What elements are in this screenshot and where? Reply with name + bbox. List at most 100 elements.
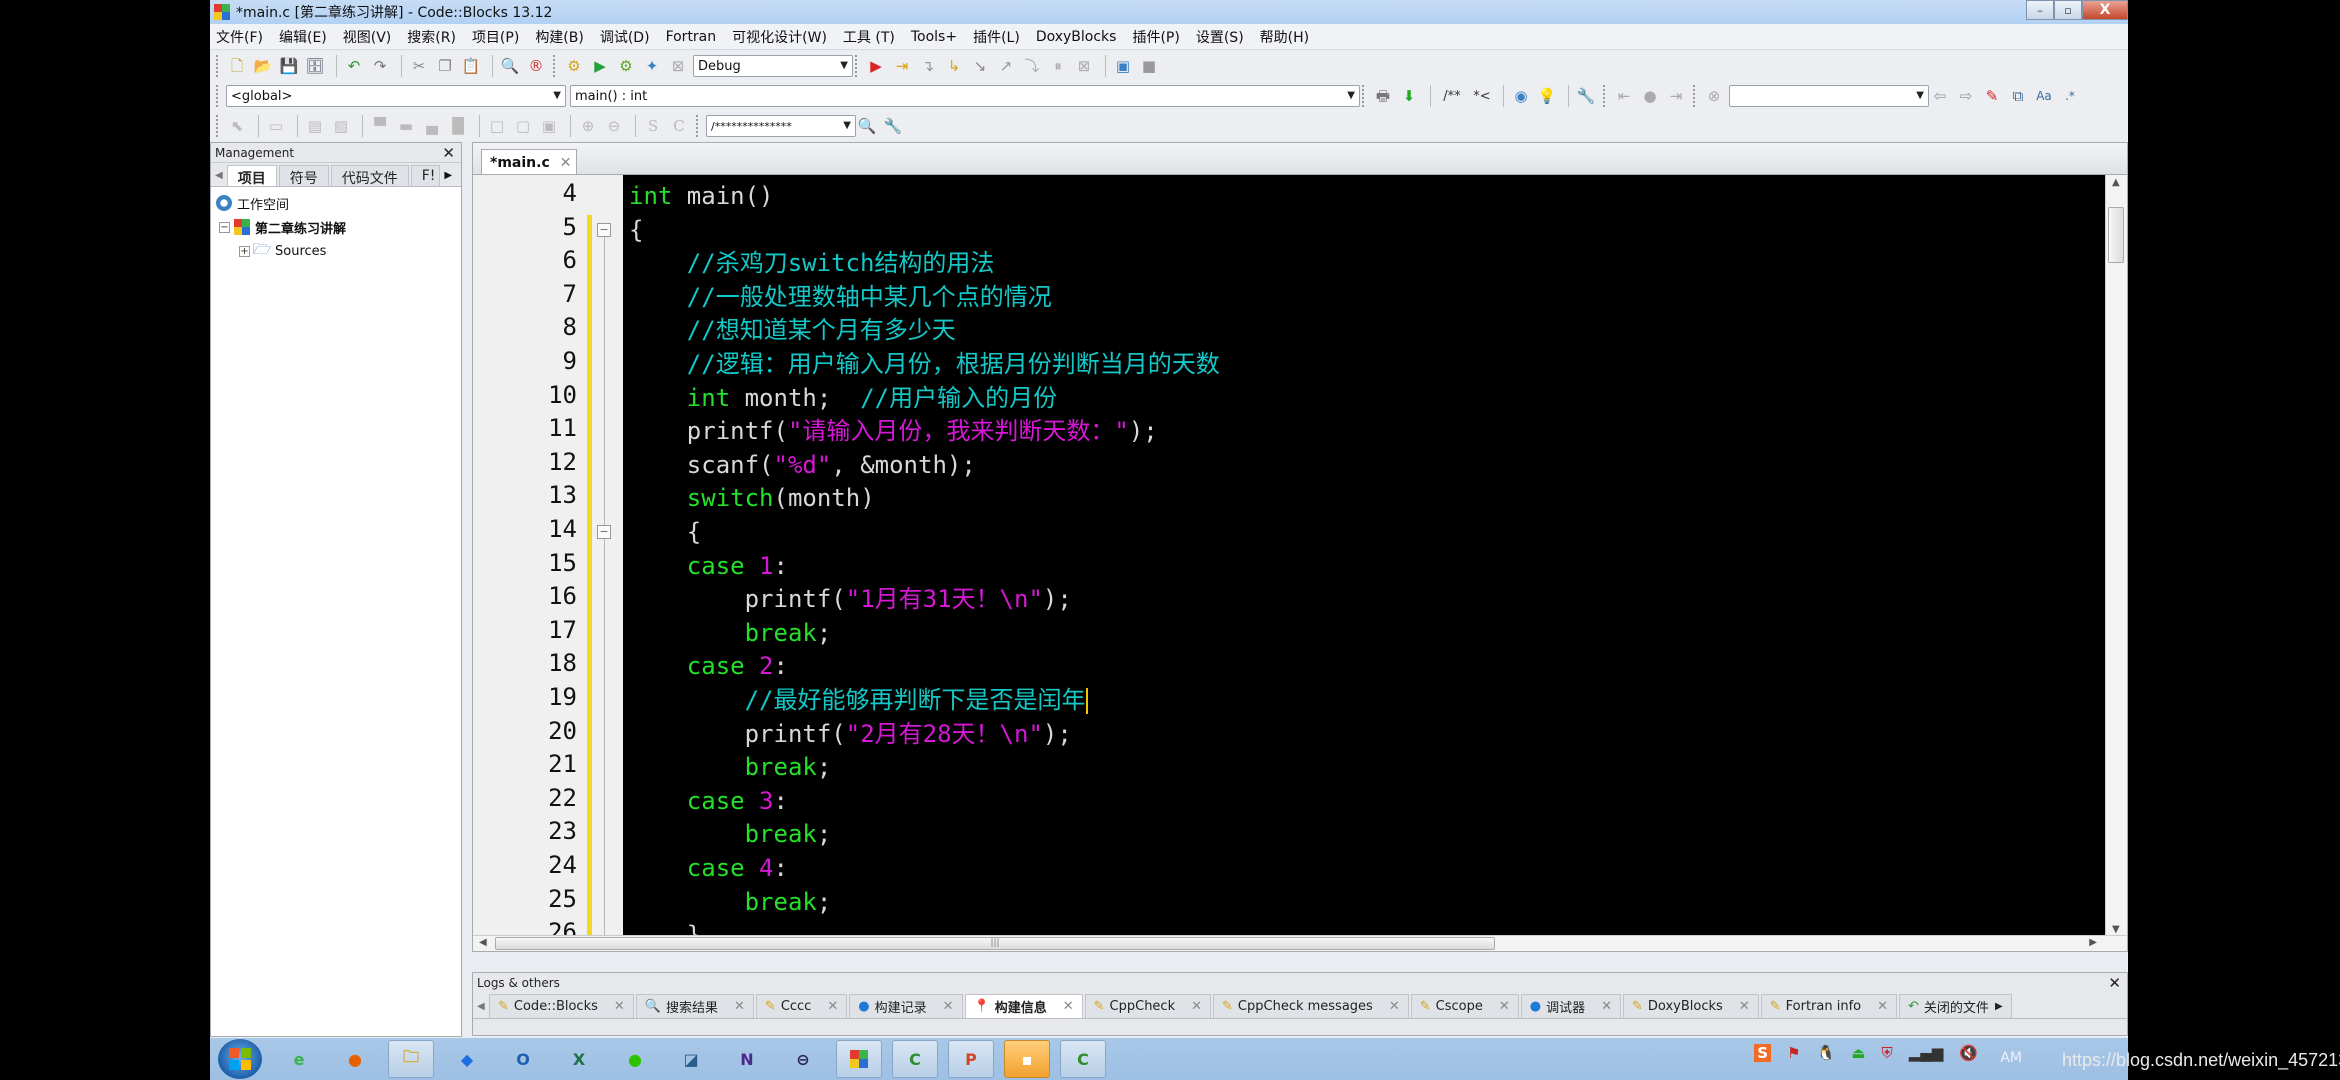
step-instruction-icon[interactable]: ⤵ — [1021, 55, 1043, 77]
feather-icon[interactable]: ◆ — [444, 1040, 490, 1078]
close-tab-icon[interactable]: ✕ — [827, 999, 838, 1014]
redo-icon[interactable]: ↷ — [369, 55, 391, 77]
log-tab[interactable]: ✎ Cscope ✕ — [1410, 994, 1519, 1018]
tab-files[interactable]: 代码文件 — [330, 165, 409, 187]
firefox-icon[interactable]: ● — [332, 1040, 378, 1078]
border2-icon[interactable]: ▢ — [512, 115, 534, 137]
fold-toggle-icon[interactable]: − — [597, 525, 611, 539]
codeblocks-alt-icon[interactable]: C — [1060, 1040, 1106, 1078]
code-line[interactable]: break; — [629, 750, 832, 784]
run-icon[interactable]: ▶ — [589, 55, 611, 77]
wrench-icon[interactable]: 🔧 — [1575, 85, 1597, 107]
network-signal-icon[interactable]: ▂▄▆ — [1909, 1044, 1944, 1062]
scroll-up-icon[interactable]: ▲ — [2112, 177, 2120, 188]
horizontal-scrollbar[interactable]: ◀ ||| ▶ — [473, 935, 2127, 951]
log-tab[interactable]: ✎ CppCheck messages ✕ — [1213, 994, 1409, 1018]
edit-icon[interactable]: ▨ — [330, 115, 352, 137]
codeblocks-icon[interactable] — [836, 1040, 882, 1078]
tool-wrench-icon[interactable]: 🔧 — [882, 115, 904, 137]
highlight-icon[interactable]: ✎ — [1981, 85, 2003, 107]
toolbar-grip[interactable] — [696, 115, 700, 137]
align-middle-icon[interactable]: ▬ — [395, 115, 417, 137]
presentation-icon[interactable]: ▪ — [1004, 1040, 1050, 1078]
usb-icon[interactable]: ⏏ — [1851, 1044, 1865, 1062]
function-select[interactable]: main() : int ▼ — [570, 85, 1360, 107]
vertical-scroll-thumb[interactable] — [2108, 207, 2124, 263]
menu-settings[interactable]: 设置(S) — [1196, 27, 1244, 47]
zoom-in-icon[interactable]: ⊕ — [577, 115, 599, 137]
tab-main-c[interactable]: *main.c ✕ — [481, 149, 577, 175]
build-target-select[interactable]: Debug ▼ — [693, 55, 853, 77]
code-line[interactable]: printf("1月有31天！\n"); — [629, 582, 1072, 616]
regex-icon[interactable]: .* — [2059, 85, 2081, 107]
toolbar-grip[interactable] — [1693, 85, 1697, 107]
align-full-icon[interactable]: █ — [447, 115, 469, 137]
code-line[interactable]: switch(month) — [629, 481, 875, 515]
menu-help[interactable]: 帮助(H) — [1260, 27, 1309, 47]
save-all-icon[interactable]: 🗄 — [304, 55, 326, 77]
next-instruction-icon[interactable]: ↳ — [943, 55, 965, 77]
code-line[interactable]: //最好能够再判断下是否是闰年 — [629, 683, 1088, 717]
line-comment-button[interactable]: *< — [1471, 85, 1493, 107]
frame-icon[interactable]: ▭ — [265, 115, 287, 137]
panel-icon[interactable]: ▤ — [304, 115, 326, 137]
tool-icon[interactable]: ◪ — [668, 1040, 714, 1078]
save-icon[interactable]: 💾 — [278, 55, 300, 77]
security-icon[interactable]: ⛨ — [1881, 1044, 1892, 1062]
close-tab-icon[interactable]: ✕ — [1739, 999, 1750, 1014]
sogou-ime-icon[interactable]: S — [1754, 1044, 1772, 1062]
chm-doc-icon[interactable]: 💡 — [1536, 85, 1558, 107]
vertical-scrollbar[interactable]: ▲ ▼ — [2105, 175, 2127, 937]
menu-project[interactable]: 项目(P) — [472, 27, 519, 47]
undo-icon[interactable]: ↶ — [343, 55, 365, 77]
close-button[interactable]: X — [2082, 0, 2128, 20]
menu-search[interactable]: 搜索(R) — [407, 27, 456, 47]
tab-projects[interactable]: 项目 — [226, 165, 277, 187]
menu-tools-plus[interactable]: Tools+ — [911, 29, 957, 45]
prev-bookmark-icon[interactable]: ⇤ — [1613, 85, 1635, 107]
toolbar-grip[interactable] — [216, 115, 220, 137]
excel-icon[interactable]: X — [556, 1040, 602, 1078]
expand-icon[interactable]: + — [239, 245, 250, 257]
copy-icon[interactable]: ❐ — [434, 55, 456, 77]
menu-fortran[interactable]: Fortran — [666, 29, 717, 45]
code-line[interactable]: scanf("%d", &month); — [629, 448, 976, 482]
fold-toggle-icon[interactable]: − — [597, 222, 611, 237]
log-tab[interactable]: ✎ DoxyBlocks ✕ — [1623, 994, 1759, 1018]
menu-build[interactable]: 构建(B) — [535, 27, 584, 47]
build-icon[interactable]: ⚙ — [563, 55, 585, 77]
code-line[interactable]: case 2: — [629, 649, 788, 683]
flag-icon[interactable]: ⚑ — [1787, 1044, 1800, 1062]
log-tab[interactable]: ● 调试器 ✕ — [1520, 994, 1622, 1018]
scope-select[interactable]: <global> ▼ — [226, 85, 566, 107]
close-tab-icon[interactable]: ✕ — [1877, 999, 1888, 1014]
c-icon[interactable]: C — [668, 115, 690, 137]
clock[interactable]: AM — [2000, 1050, 2022, 1066]
tab-scroll-right-icon[interactable]: ▶ — [444, 170, 452, 181]
ie-icon[interactable]: e — [276, 1040, 322, 1078]
scroll-down-icon[interactable]: ▼ — [2112, 924, 2120, 935]
code-line[interactable]: //想知道某个月有多少天 — [629, 313, 956, 347]
pointer-icon[interactable]: ⬉ — [226, 115, 248, 137]
tree-item-sources[interactable]: + 🗁 Sources — [215, 239, 461, 263]
html-doc-icon[interactable]: ◉ — [1510, 85, 1532, 107]
toolbar-grip[interactable] — [1362, 85, 1366, 107]
code-line[interactable]: case 3: — [629, 784, 788, 818]
outlook-icon[interactable]: O — [500, 1040, 546, 1078]
border3-icon[interactable]: ▣ — [538, 115, 560, 137]
tab-fsymbols[interactable]: F! — [410, 165, 441, 186]
code-editor[interactable]: 4 5−6 7 8 9 10 11 12 13 14−15 16 17 18 19 20 21 22 23 24 25… — [472, 174, 2128, 952]
step-out-icon[interactable]: ↗ — [995, 55, 1017, 77]
code-line[interactable]: printf("2月有28天！\n"); — [629, 717, 1072, 751]
search-next-icon[interactable]: ⇨ — [1955, 85, 1977, 107]
scroll-left-icon[interactable]: ◀ — [479, 937, 487, 948]
maximize-button[interactable]: ▫ — [2054, 0, 2082, 20]
code-line[interactable]: int main() — [629, 179, 774, 213]
close-icon[interactable]: ✕ — [2108, 974, 2121, 992]
menu-tools[interactable]: 工具 (T) — [843, 27, 895, 47]
align-top-icon[interactable]: ▀ — [369, 115, 391, 137]
align-bottom-icon[interactable]: ▄ — [421, 115, 443, 137]
zoom-out-icon[interactable]: ⊖ — [603, 115, 625, 137]
menu-edit[interactable]: 编辑(E) — [279, 27, 327, 47]
paste-icon[interactable]: 📋 — [460, 55, 482, 77]
